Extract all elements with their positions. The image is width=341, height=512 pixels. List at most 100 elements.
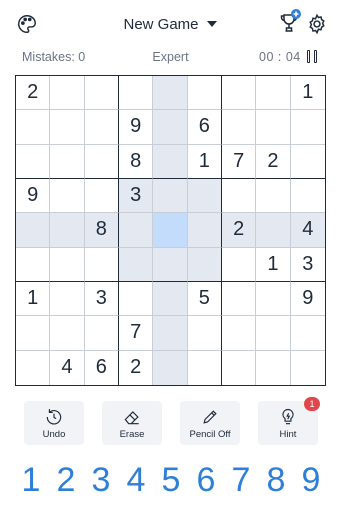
- board-cell[interactable]: 1: [290, 76, 325, 111]
- board-cell[interactable]: [187, 213, 222, 248]
- board-cell[interactable]: [84, 144, 119, 179]
- board-cell[interactable]: [16, 144, 51, 179]
- board-cell[interactable]: [290, 144, 325, 179]
- board-cell[interactable]: [290, 316, 325, 351]
- board-cell[interactable]: [50, 110, 85, 145]
- board-cell[interactable]: [118, 247, 154, 282]
- board-cell[interactable]: [153, 110, 188, 145]
- hint-button[interactable]: Hint 1: [258, 397, 320, 445]
- number-key[interactable]: 9: [294, 458, 328, 502]
- board-cell[interactable]: 6: [84, 350, 119, 385]
- board-cell[interactable]: 7: [118, 316, 154, 351]
- board-cell[interactable]: 8: [118, 144, 154, 179]
- board-cell[interactable]: [256, 281, 291, 317]
- board-cell[interactable]: 6: [187, 110, 222, 145]
- board-cell[interactable]: [153, 76, 188, 111]
- board-cell[interactable]: [187, 316, 222, 351]
- board-cell[interactable]: [153, 281, 188, 317]
- board-cell[interactable]: 2: [221, 213, 257, 248]
- board-cell[interactable]: 9: [290, 281, 325, 317]
- board-cell[interactable]: 4: [290, 213, 325, 248]
- board-cell[interactable]: [84, 110, 119, 145]
- board-cell[interactable]: [153, 350, 188, 385]
- board-cell[interactable]: [118, 76, 154, 111]
- board-cell[interactable]: 1: [16, 281, 51, 317]
- board-cell[interactable]: 1: [187, 144, 222, 179]
- number-key[interactable]: 3: [84, 458, 118, 502]
- board-cell[interactable]: [256, 110, 291, 145]
- board-cell[interactable]: 5: [187, 281, 222, 317]
- number-key[interactable]: 6: [189, 458, 223, 502]
- board-cell[interactable]: [50, 213, 85, 248]
- undo-button[interactable]: Undo: [24, 401, 84, 445]
- board-cell[interactable]: [118, 281, 154, 317]
- board-cell[interactable]: [16, 110, 51, 145]
- pencil-toggle-button[interactable]: Pencil Off: [180, 401, 240, 445]
- erase-button[interactable]: Erase: [102, 401, 162, 445]
- board-cell[interactable]: [84, 178, 119, 214]
- board-cell[interactable]: 2: [256, 144, 291, 179]
- board-cell[interactable]: [187, 76, 222, 111]
- board-cell[interactable]: [256, 350, 291, 385]
- board-cell[interactable]: [221, 350, 257, 385]
- pencil-icon: [200, 407, 220, 427]
- board-cell[interactable]: [256, 178, 291, 214]
- board-cell[interactable]: [50, 281, 85, 317]
- board-cell[interactable]: [221, 178, 257, 214]
- trophy-icon[interactable]: [278, 9, 302, 35]
- board-cell[interactable]: [290, 110, 325, 145]
- board-cell[interactable]: [256, 76, 291, 111]
- board-cell[interactable]: [153, 144, 188, 179]
- board-cell[interactable]: 8: [84, 213, 119, 248]
- number-key[interactable]: 2: [49, 458, 83, 502]
- board-cell[interactable]: [256, 213, 291, 248]
- palette-icon[interactable]: [16, 13, 38, 35]
- board-cell[interactable]: [221, 316, 257, 351]
- board-cell[interactable]: [221, 110, 257, 145]
- board-cell[interactable]: 2: [16, 76, 51, 111]
- board-cell[interactable]: [50, 76, 85, 111]
- board-cell[interactable]: 2: [118, 350, 154, 385]
- board-cell[interactable]: [187, 178, 222, 214]
- board-cell[interactable]: [153, 213, 188, 248]
- board-cell[interactable]: [84, 76, 119, 111]
- board-cell[interactable]: [187, 350, 222, 385]
- board-cell[interactable]: 9: [16, 178, 51, 214]
- board-cell[interactable]: [16, 247, 51, 282]
- gear-icon[interactable]: [306, 13, 328, 35]
- new-game-button[interactable]: New Game: [120, 14, 220, 34]
- board-cell[interactable]: 9: [118, 110, 154, 145]
- number-key[interactable]: 8: [259, 458, 293, 502]
- board-cell[interactable]: [256, 316, 291, 351]
- board-cell[interactable]: 7: [221, 144, 257, 179]
- board-cell[interactable]: [221, 281, 257, 317]
- number-key[interactable]: 7: [224, 458, 258, 502]
- board-cell[interactable]: [290, 350, 325, 385]
- board-cell[interactable]: [221, 76, 257, 111]
- board-cell[interactable]: 3: [118, 178, 154, 214]
- board-cell[interactable]: [118, 213, 154, 248]
- number-key[interactable]: 5: [154, 458, 188, 502]
- number-key[interactable]: 4: [119, 458, 153, 502]
- board-cell[interactable]: [153, 316, 188, 351]
- pause-icon[interactable]: [306, 50, 320, 64]
- board-cell[interactable]: [153, 178, 188, 214]
- board-cell[interactable]: [221, 247, 257, 282]
- board-cell[interactable]: [16, 316, 51, 351]
- board-cell[interactable]: [153, 247, 188, 282]
- board-cell[interactable]: [50, 178, 85, 214]
- number-key[interactable]: 1: [14, 458, 48, 502]
- board-cell[interactable]: [84, 247, 119, 282]
- board-cell[interactable]: [84, 316, 119, 351]
- board-cell[interactable]: 3: [84, 281, 119, 317]
- board-cell[interactable]: [16, 213, 51, 248]
- board-cell[interactable]: [50, 316, 85, 351]
- board-cell[interactable]: [16, 350, 51, 385]
- board-cell[interactable]: [290, 178, 325, 214]
- board-cell[interactable]: 3: [290, 247, 325, 282]
- board-cell[interactable]: [187, 247, 222, 282]
- board-cell[interactable]: 4: [50, 350, 85, 385]
- board-cell[interactable]: 1: [256, 247, 291, 282]
- board-cell[interactable]: [50, 144, 85, 179]
- board-cell[interactable]: [50, 247, 85, 282]
